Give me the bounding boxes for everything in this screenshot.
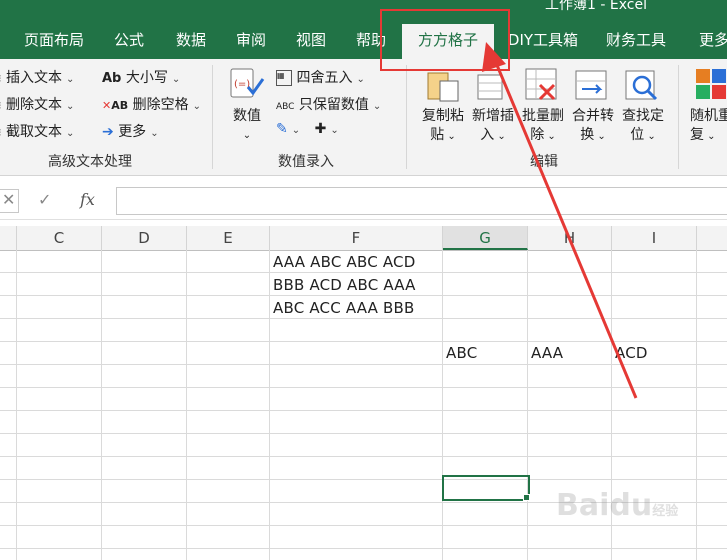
annotation-arrow xyxy=(482,42,638,399)
baidu-watermark-logo: Baidu经验 xyxy=(556,488,679,523)
